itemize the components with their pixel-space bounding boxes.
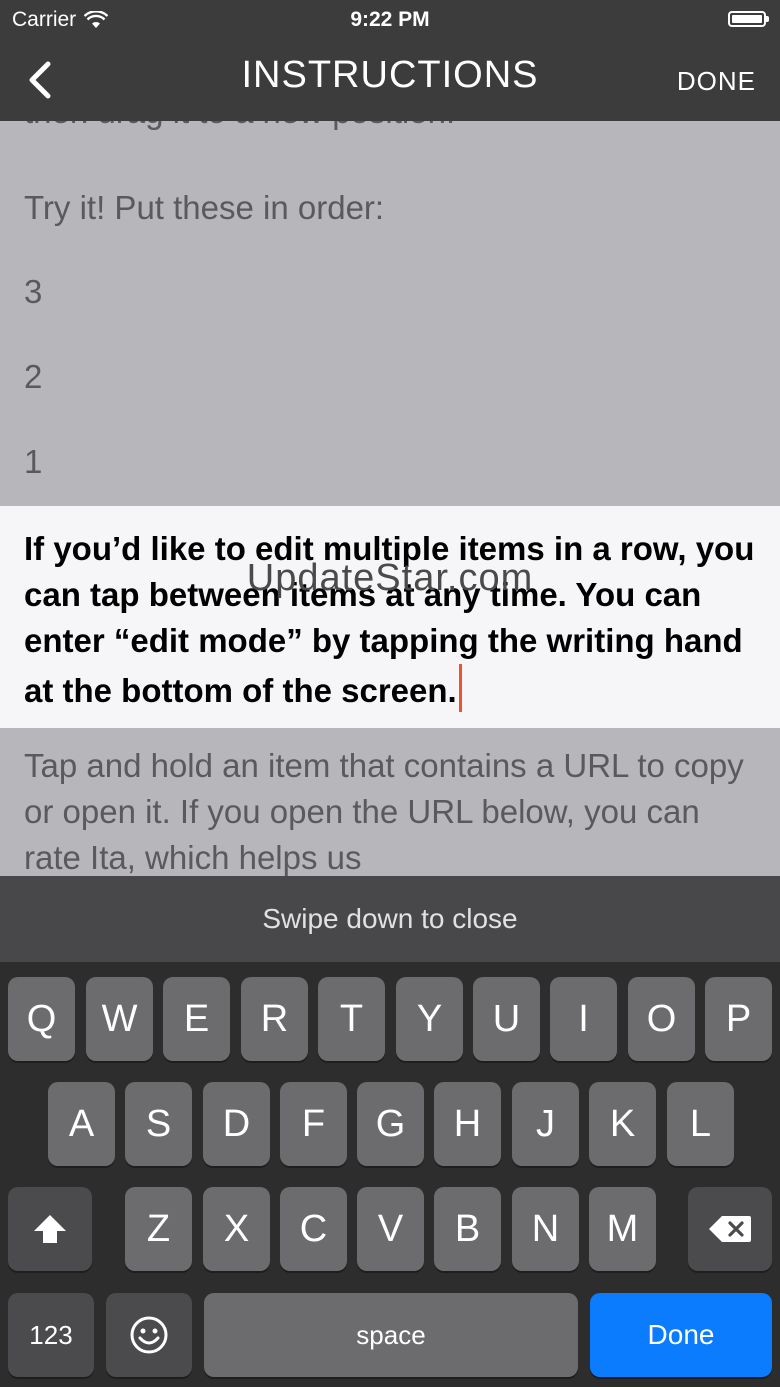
key-g[interactable]: G <box>357 1082 424 1166</box>
editing-item[interactable]: If you’d like to edit multiple items in … <box>0 506 780 728</box>
url-instruction-item[interactable]: Tap and hold an item that contains a URL… <box>24 743 764 876</box>
key-j[interactable]: J <box>512 1082 579 1166</box>
emoji-face-icon <box>130 1316 168 1354</box>
editing-text-content: If you’d like to edit multiple items in … <box>24 530 755 709</box>
key-l[interactable]: L <box>667 1082 734 1166</box>
done-key[interactable]: Done <box>590 1293 772 1377</box>
delete-key[interactable] <box>688 1187 772 1271</box>
key-v[interactable]: V <box>357 1187 424 1271</box>
key-w[interactable]: W <box>86 977 153 1061</box>
done-nav-button[interactable]: DONE <box>677 66 756 97</box>
battery-icon <box>728 11 769 27</box>
key-p[interactable]: P <box>705 977 772 1061</box>
key-z[interactable]: Z <box>125 1187 192 1271</box>
key-t[interactable]: T <box>318 977 385 1061</box>
status-time: 9:22 PM <box>350 8 430 31</box>
numbers-key[interactable]: 123 <box>8 1293 94 1377</box>
list-item[interactable]: 1 <box>24 439 42 485</box>
key-f[interactable]: F <box>280 1082 347 1166</box>
key-c[interactable]: C <box>280 1187 347 1271</box>
clipped-instruction-line[interactable]: then drag it to a new position. <box>24 121 455 135</box>
key-a[interactable]: A <box>48 1082 115 1166</box>
key-b[interactable]: B <box>434 1187 501 1271</box>
key-e[interactable]: E <box>163 977 230 1061</box>
editing-item-text[interactable]: If you’d like to edit multiple items in … <box>24 526 764 714</box>
key-i[interactable]: I <box>550 977 617 1061</box>
try-it-line[interactable]: Try it! Put these in order: <box>24 185 384 231</box>
shift-key[interactable] <box>8 1187 92 1271</box>
key-y[interactable]: Y <box>396 977 463 1061</box>
key-x[interactable]: X <box>203 1187 270 1271</box>
key-d[interactable]: D <box>203 1082 270 1166</box>
key-o[interactable]: O <box>628 977 695 1061</box>
text-cursor <box>458 664 462 712</box>
space-key[interactable]: space <box>204 1293 578 1377</box>
page-title: INSTRUCTIONS <box>241 54 539 96</box>
backspace-icon <box>709 1216 751 1242</box>
key-r[interactable]: R <box>241 977 308 1061</box>
key-q[interactable]: Q <box>8 977 75 1061</box>
list-item[interactable]: 2 <box>24 354 42 400</box>
key-u[interactable]: U <box>473 977 540 1061</box>
shift-arrow-icon <box>34 1215 66 1243</box>
keyboard-close-bar[interactable]: Swipe down to close <box>0 876 780 962</box>
status-bar: Carrier 9:22 PM <box>0 0 780 40</box>
key-m[interactable]: M <box>589 1187 656 1271</box>
keyboard: Swipe down to close Q W E R T Y U I O P … <box>0 876 780 1387</box>
key-n[interactable]: N <box>512 1187 579 1271</box>
key-s[interactable]: S <box>125 1082 192 1166</box>
navigation-bar: INSTRUCTIONS DONE <box>0 40 780 121</box>
instructions-content[interactable]: then drag it to a new position. Try it! … <box>0 121 780 876</box>
key-k[interactable]: K <box>589 1082 656 1166</box>
list-item[interactable]: 3 <box>24 269 42 315</box>
emoji-key[interactable] <box>106 1293 192 1377</box>
key-h[interactable]: H <box>434 1082 501 1166</box>
